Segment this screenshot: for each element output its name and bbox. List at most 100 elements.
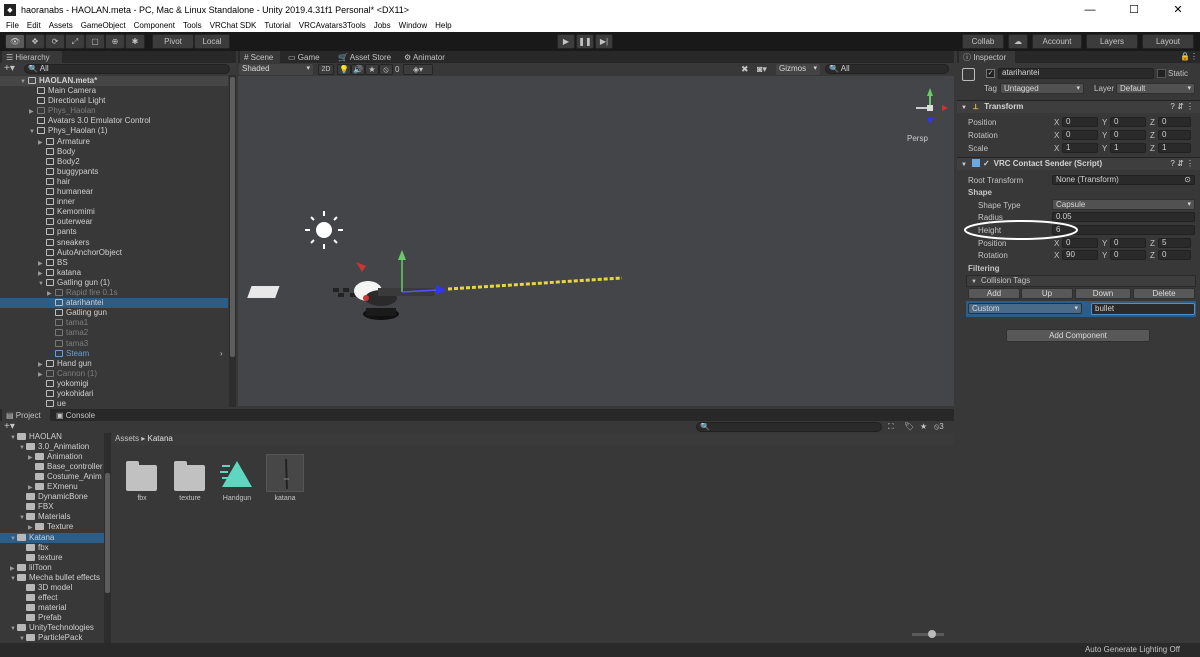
menu-item-help[interactable]: Help <box>435 21 451 30</box>
axis-y-field[interactable]: 0 <box>1110 130 1146 140</box>
hierarchy-item[interactable]: Main Camera <box>0 86 228 96</box>
project-create-icon[interactable]: +▾ <box>4 421 15 432</box>
lighting-toggle-icon[interactable]: 💡 <box>337 64 351 75</box>
hierarchy-item[interactable]: ▶ Cannon (1) <box>0 369 228 379</box>
hidden-packages-icon[interactable]: ⦸3 <box>934 422 944 432</box>
shading-mode-dropdown[interactable]: Shaded <box>239 64 313 75</box>
menu-item-assets[interactable]: Assets <box>49 21 73 30</box>
hierarchy-item[interactable]: sneakers <box>0 238 228 248</box>
icon-size-slider-thumb[interactable] <box>928 630 936 638</box>
menu-item-gameobject[interactable]: GameObject <box>81 21 126 30</box>
delete-tag-button[interactable]: Delete <box>1133 288 1195 299</box>
icon-size-slider[interactable] <box>912 630 944 638</box>
gatling-gun-model[interactable] <box>247 281 434 320</box>
hierarchy-item[interactable]: ▶ katana <box>0 268 228 278</box>
tab-animator[interactable]: ⚙ Animator <box>404 53 445 62</box>
asset-handgun[interactable] <box>220 459 254 491</box>
hierarchy-item[interactable]: ▶ Hand gun <box>0 359 228 369</box>
axis-x-field[interactable]: 0 <box>1062 117 1098 127</box>
lock-icon[interactable]: 🔒⋮ <box>1180 52 1198 61</box>
perspective-label[interactable]: Persp <box>907 134 928 143</box>
collab-dropdown[interactable]: Collab <box>962 34 1004 49</box>
component-enabled-checkbox[interactable]: ✓ <box>983 159 990 168</box>
add-tag-button[interactable]: Add <box>968 288 1020 299</box>
minimize-icon[interactable]: — <box>1068 0 1112 19</box>
shape-type-dropdown[interactable]: Capsule <box>1052 199 1195 210</box>
close-icon[interactable]: ✕ <box>1156 0 1200 19</box>
account-dropdown[interactable]: Account <box>1032 34 1082 49</box>
hierarchy-item[interactable]: Body2 <box>0 157 228 167</box>
hierarchy-item[interactable]: tama1 <box>0 318 228 328</box>
hierarchy-item[interactable]: atarihantei <box>0 298 228 309</box>
folder-tree-item[interactable]: ▼ Materials <box>0 512 104 522</box>
static-checkbox[interactable] <box>1157 69 1166 78</box>
scene-viewport[interactable]: Persp <box>238 76 954 406</box>
hierarchy-item[interactable]: ▼ Gatling gun (1) <box>0 278 228 288</box>
breadcrumb-assets[interactable]: Assets <box>115 434 139 443</box>
asset-texture[interactable] <box>174 461 206 493</box>
menu-item-window[interactable]: Window <box>399 21 427 30</box>
hierarchy-item[interactable]: Body <box>0 147 228 157</box>
hierarchy-item[interactable]: yokohidari <box>0 389 228 399</box>
axis-x-field[interactable]: 90 <box>1062 250 1098 260</box>
camera-icon[interactable]: ◙▾ <box>757 64 767 75</box>
project-tree-scrollbar[interactable] <box>104 433 111 643</box>
hierarchy-item[interactable]: outerwear <box>0 217 228 227</box>
folder-tree-item[interactable]: texture <box>0 553 104 563</box>
hierarchy-item[interactable]: ▶ BS <box>0 258 228 268</box>
folder-tree-item[interactable]: Prefab <box>0 613 104 623</box>
tag-mode-dropdown[interactable]: Custom <box>968 303 1082 314</box>
chevron-right-icon[interactable]: › <box>220 349 223 358</box>
layer-dropdown[interactable]: Default <box>1116 83 1195 94</box>
scene-search-input[interactable]: 🔍 All <box>825 64 949 74</box>
hierarchy-item[interactable]: inner <box>0 197 228 207</box>
active-checkbox[interactable]: ✓ <box>986 69 995 78</box>
root-transform-field[interactable]: None (Transform) ⊙ <box>1052 175 1195 185</box>
hierarchy-item[interactable]: tama3 <box>0 339 228 349</box>
capsule-collider-line[interactable] <box>447 276 623 291</box>
folder-tree-item[interactable]: ▼ HAOLAN <box>0 433 104 442</box>
component-menu-icon[interactable]: ? ⇵ ⋮ <box>1170 101 1194 113</box>
hierarchy-item[interactable]: Kemomimi <box>0 207 228 217</box>
tag-dropdown[interactable]: Untagged <box>1000 83 1084 94</box>
add-component-button[interactable]: Add Component <box>1006 329 1150 342</box>
create-plus-icon[interactable]: +▾ <box>4 63 15 74</box>
2d-toggle[interactable]: 2D <box>318 64 334 75</box>
view-tool-icon[interactable]: 👁 <box>5 34 25 49</box>
hierarchy-scroll-thumb[interactable] <box>230 77 235 357</box>
tab-scene[interactable]: # Scene <box>240 51 280 63</box>
hierarchy-item[interactable]: tama2 <box>0 328 228 338</box>
pause-button[interactable]: ❚❚ <box>576 34 594 49</box>
folder-tree-item[interactable]: ▼ 3.0_Animation <box>0 442 104 452</box>
favorite-icon[interactable]: ★ <box>920 422 927 431</box>
hierarchy-item[interactable]: humanear <box>0 187 228 197</box>
axis-y-field[interactable]: 0 <box>1110 250 1146 260</box>
pivot-toggle[interactable]: Pivot <box>152 34 194 49</box>
object-name-input[interactable]: atarihantei <box>998 68 1154 79</box>
axis-y-field[interactable]: 0 <box>1110 117 1146 127</box>
rotate-tool-icon[interactable]: ⟳ <box>45 34 65 49</box>
folder-tree-item[interactable]: ▶ EXmenu <box>0 482 104 492</box>
folder-tree-item[interactable]: Base_controller <box>0 462 104 472</box>
scene-layers-icon[interactable]: ◈▾ <box>403 64 433 75</box>
folder-tree-item[interactable]: FBX <box>0 502 104 512</box>
menu-item-tutorial[interactable]: Tutorial <box>264 21 290 30</box>
folder-tree-item[interactable]: ▼ UnityTechnologies <box>0 623 104 633</box>
folder-tree-item[interactable]: 3D model <box>0 583 104 593</box>
local-toggle[interactable]: Local <box>194 34 230 49</box>
tab-inspector[interactable]: ⓘ Inspector <box>959 51 1015 63</box>
custom-tool-icon[interactable]: ✱ <box>125 34 145 49</box>
hierarchy-scrollbar[interactable] <box>229 75 236 407</box>
hierarchy-item[interactable]: hair <box>0 177 228 187</box>
axis-z-field[interactable]: 1 <box>1158 143 1191 153</box>
hierarchy-item[interactable]: Avatars 3.0 Emulator Control <box>0 116 228 126</box>
gizmos-dropdown[interactable]: Gizmos <box>776 64 820 75</box>
collision-tags-header[interactable]: ▼ Collision Tags <box>966 275 1196 287</box>
tab-project[interactable]: ▤ Project <box>2 409 50 421</box>
folder-tree-item[interactable]: ▼ Katana <box>0 532 104 543</box>
folder-tree-item[interactable]: ▼ ParticlePack <box>0 633 104 643</box>
up-tag-button[interactable]: Up <box>1021 288 1073 299</box>
scale-tool-icon[interactable]: ⤢ <box>65 34 85 49</box>
axis-y-field[interactable]: 0 <box>1110 238 1146 248</box>
tab-hierarchy[interactable]: ☰ Hierarchy <box>2 51 62 63</box>
